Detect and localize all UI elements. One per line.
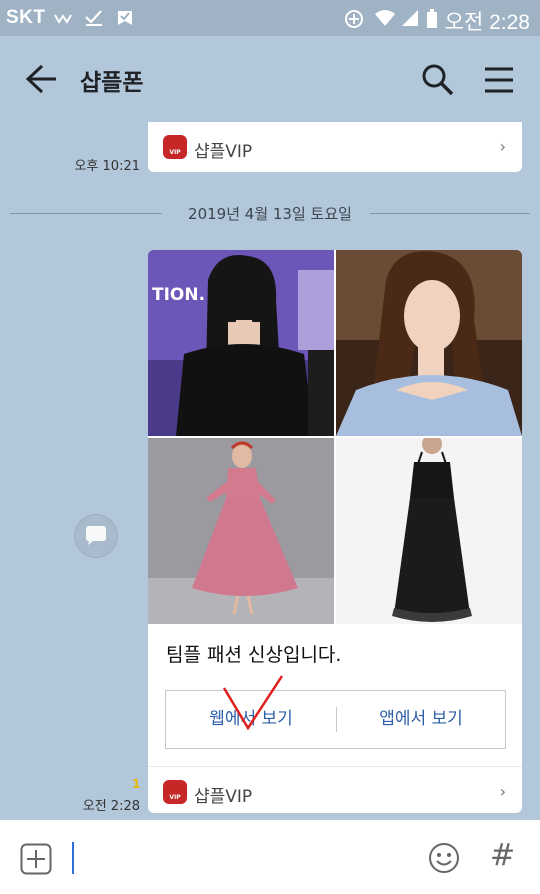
- plus-icon[interactable]: [20, 843, 52, 875]
- message-text: 팀플 패션 신상입니다.: [166, 644, 342, 666]
- hashtag-icon[interactable]: #: [490, 838, 515, 873]
- sender-name: 샵플VIP: [194, 142, 253, 162]
- speech-bubble-icon: [86, 526, 106, 545]
- app-bar: 샵플폰: [0, 36, 540, 122]
- flag-check-icon: [118, 11, 132, 25]
- share-button[interactable]: [74, 514, 118, 558]
- menu-icon[interactable]: [478, 60, 520, 100]
- sender-row[interactable]: VIP 샵플VIP ›: [148, 766, 522, 813]
- sender-name: 샵플VIP: [194, 787, 253, 807]
- input-bar: #: [0, 820, 540, 894]
- chat-title: 샵플폰: [80, 70, 144, 96]
- previous-message-card[interactable]: VIP 샵플VIP ›: [148, 122, 522, 172]
- signal-app-icon: [54, 14, 72, 24]
- action-buttons: 웹에서 보기 앱에서 보기: [165, 690, 506, 749]
- sender-row[interactable]: VIP 샵플VIP ›: [148, 122, 522, 172]
- check-icon: [85, 10, 102, 26]
- red-check-mark-annotation: [222, 675, 284, 731]
- message-time: 오전 2:28: [82, 799, 140, 814]
- svg-text:TION.: TION.: [152, 285, 205, 305]
- chat-area[interactable]: VIP 샵플VIP › 오후 10:21 2019년 4월 13일 토요일 TI…: [0, 122, 540, 820]
- back-arrow-icon[interactable]: [22, 62, 62, 96]
- vip-logo-icon: VIP: [163, 780, 187, 804]
- photo-black-slip-dress[interactable]: [336, 438, 522, 624]
- chevron-right-icon: ›: [499, 782, 506, 801]
- divider-right: [370, 213, 530, 214]
- date-separator: 2019년 4월 13일 토요일: [10, 202, 530, 224]
- view-in-app-button[interactable]: 앱에서 보기: [337, 691, 505, 748]
- message-card[interactable]: TION. 팀플 패션 신상입니다. 웹에서 보기 앱에서 보기 VIP 샵플V…: [148, 250, 522, 813]
- chevron-right-icon: ›: [499, 137, 506, 156]
- vip-logo-text: VIP: [169, 794, 181, 801]
- photo-black-dress-woman[interactable]: TION.: [148, 250, 334, 436]
- cell-signal-icon: [402, 10, 418, 26]
- photo-pink-dress[interactable]: [148, 438, 334, 624]
- vip-logo-icon: VIP: [163, 135, 187, 159]
- message-time: 오후 10:21: [74, 159, 140, 174]
- message-input[interactable]: [72, 842, 74, 874]
- photo-blue-top-woman[interactable]: [336, 250, 522, 436]
- data-saver-icon: [345, 10, 363, 28]
- carrier-label: SKT: [6, 7, 46, 28]
- wifi-icon: [375, 10, 395, 26]
- unread-count: 1: [132, 777, 141, 791]
- emoji-icon[interactable]: [428, 842, 460, 874]
- status-bar: SKT 오전 2:28: [0, 0, 540, 36]
- clock: 오전 2:28: [444, 11, 530, 34]
- battery-icon: [427, 9, 437, 28]
- vip-logo-text: VIP: [169, 149, 181, 156]
- search-icon[interactable]: [418, 60, 458, 100]
